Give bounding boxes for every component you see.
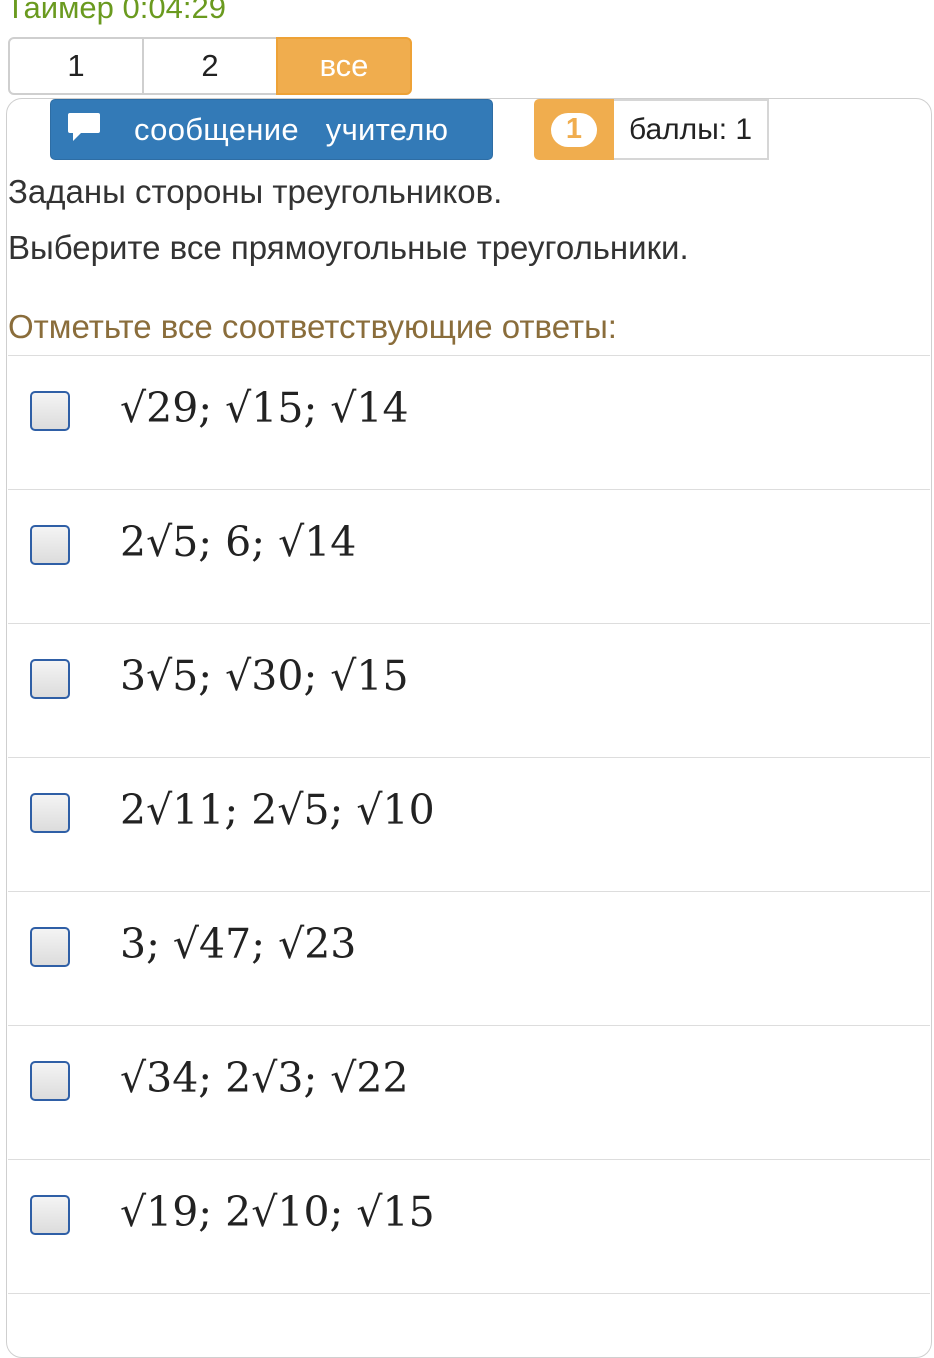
page-button-all[interactable]: все <box>276 37 412 95</box>
answer-checkbox[interactable] <box>30 391 70 431</box>
answer-options: √29; √15; √14 2√5; 6; √14 3√5; √30; √15 … <box>8 355 930 1294</box>
points-label: баллы: 1 <box>614 99 770 160</box>
question-line-2: Выберите все прямоугольные треугольники. <box>8 229 689 266</box>
question-number-badge: 1 <box>551 112 597 147</box>
answer-checkbox[interactable] <box>30 525 70 565</box>
answer-checkbox[interactable] <box>30 1195 70 1235</box>
score: 1 баллы: 1 <box>534 99 770 160</box>
question-line-1: Заданы стороны треугольников. <box>8 173 503 210</box>
answer-checkbox[interactable] <box>30 1061 70 1101</box>
answer-option[interactable]: √34; 2√3; √22 <box>8 1026 930 1160</box>
answer-text: 2√11; 2√5; √10 <box>120 786 435 834</box>
question-text: Заданы стороны треугольников. Выберите в… <box>8 164 689 276</box>
speech-bubble-icon <box>68 113 100 141</box>
answer-option[interactable]: √19; 2√10; √15 <box>8 1160 930 1294</box>
answer-text: 3; √47; √23 <box>120 920 357 968</box>
answer-text: √19; 2√10; √15 <box>120 1188 435 1236</box>
answer-option[interactable]: 2√5; 6; √14 <box>8 490 930 624</box>
answer-checkbox[interactable] <box>30 793 70 833</box>
answer-text: 2√5; 6; √14 <box>120 518 357 566</box>
answer-option[interactable]: 3√5; √30; √15 <box>8 624 930 758</box>
answer-checkbox[interactable] <box>30 927 70 967</box>
instruction: Отметьте все соответствующие ответы: <box>8 308 617 345</box>
page-button-1[interactable]: 1 <box>8 37 144 95</box>
answer-option[interactable]: 3; √47; √23 <box>8 892 930 1026</box>
answer-option[interactable]: 2√11; 2√5; √10 <box>8 758 930 892</box>
message-teacher-button[interactable]: сообщение учителю <box>50 99 493 160</box>
message-teacher-label: сообщение учителю <box>134 112 449 147</box>
answer-text: 3√5; √30; √15 <box>120 652 409 700</box>
answer-option[interactable]: √29; √15; √14 <box>8 356 930 490</box>
answer-text: √34; 2√3; √22 <box>120 1054 409 1102</box>
timer: Таймер 0:04:29 <box>6 0 226 25</box>
answer-text: √29; √15; √14 <box>120 384 409 432</box>
pagination: 1 2 все <box>8 37 412 97</box>
answer-checkbox[interactable] <box>30 659 70 699</box>
page-button-2[interactable]: 2 <box>142 37 278 95</box>
